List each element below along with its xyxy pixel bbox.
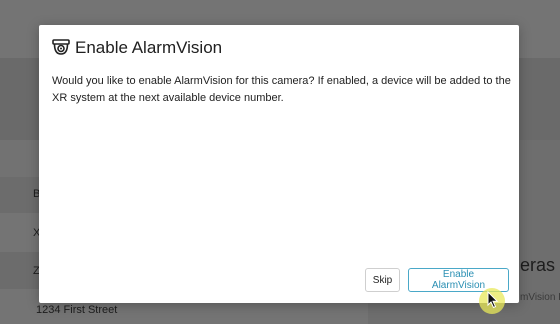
security-camera-icon [51, 39, 71, 57]
mouse-pointer-icon [487, 291, 499, 309]
dialog-message: Would you like to enable AlarmVision for… [52, 75, 511, 104]
dialog-header: Enable AlarmVision [51, 37, 222, 59]
dialog-title: Enable AlarmVision [75, 38, 223, 57]
skip-button[interactable]: Skip [365, 268, 400, 292]
enable-alarmvision-dialog: Enable AlarmVision Would you like to ena… [39, 25, 519, 303]
modal-overlay: Enable AlarmVision Would you like to ena… [0, 0, 560, 324]
